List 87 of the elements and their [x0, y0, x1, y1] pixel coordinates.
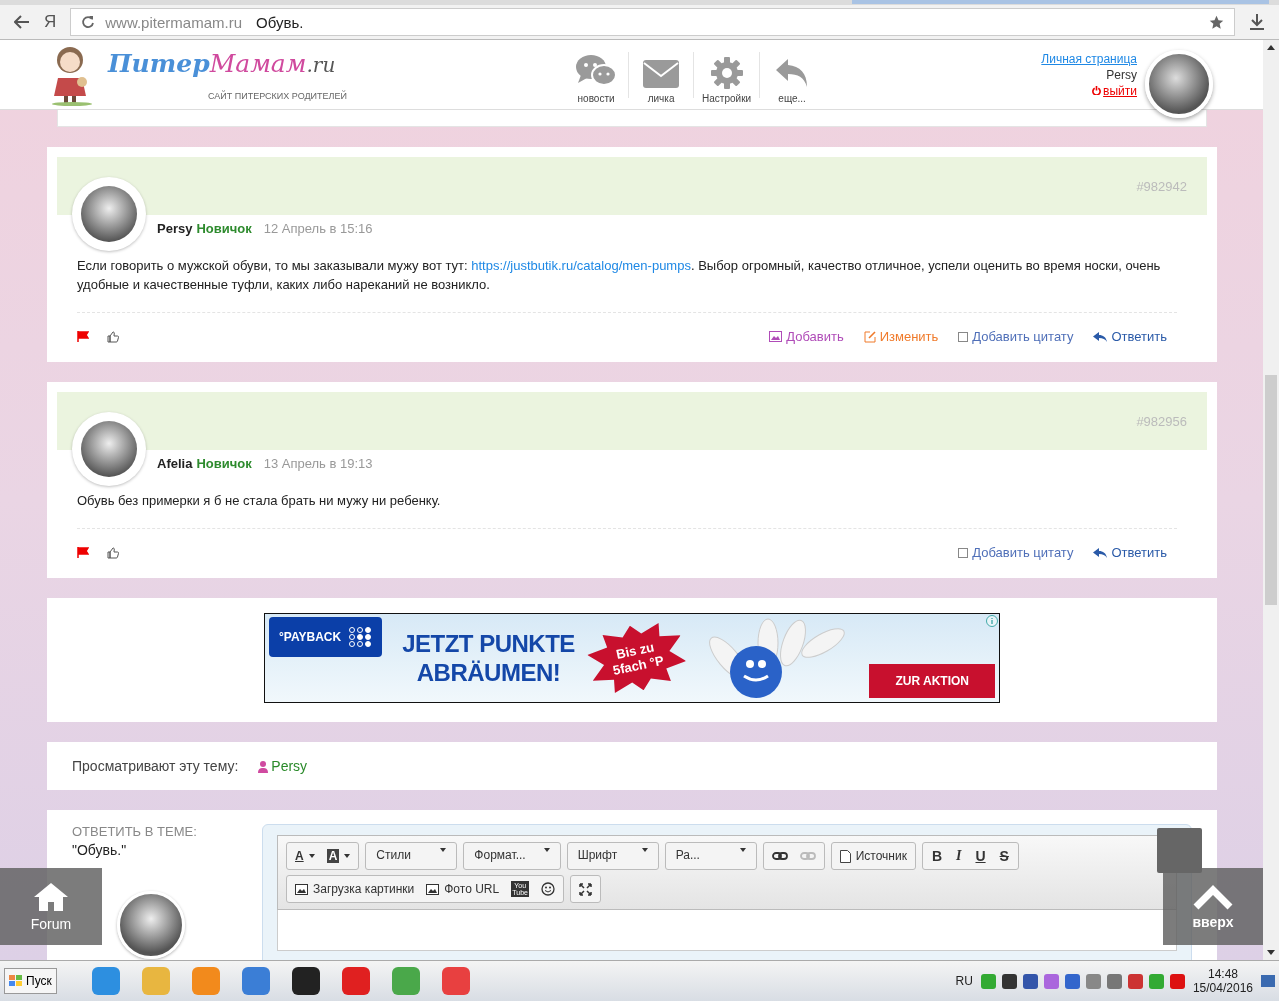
nav-link[interactable]: Настройки [694, 45, 760, 104]
flag-icon[interactable] [77, 547, 89, 558]
avatar-photo[interactable] [72, 177, 146, 251]
clock-date[interactable]: 15/04/2016 [1192, 981, 1253, 995]
caret-icon [739, 848, 746, 852]
scroll-up-arrow-icon[interactable] [1267, 45, 1275, 50]
forum-button[interactable]: Forum [0, 868, 102, 945]
power-icon [1092, 86, 1102, 95]
user-rank: Новичок [196, 221, 252, 236]
caret-icon [641, 848, 648, 852]
post-text: Обувь без примерки я б не стала брать ни мужу ни ребенку. [77, 491, 1177, 529]
post-action-link[interactable]: Добавить цитату [958, 329, 1074, 344]
clock-time[interactable]: 14:48 [1207, 967, 1238, 981]
reply-heading: ОТВЕТИТЬ В ТЕМЕ: [72, 824, 198, 839]
viewers-label: Просматривают эту тему: [72, 758, 239, 774]
avatar-photo[interactable] [72, 412, 146, 486]
scroll-up-button[interactable]: вверх [1163, 868, 1263, 945]
image-button[interactable]: Загрузка картинки [289, 878, 421, 900]
checkbox-icon [958, 547, 969, 558]
checkbox-icon [958, 331, 969, 342]
post-action-link[interactable]: Ответить [1093, 545, 1167, 560]
viewer-link[interactable]: Persy [258, 758, 308, 774]
star-icon[interactable] [1209, 14, 1224, 30]
text-color-button[interactable]: A [289, 845, 321, 867]
info-icon[interactable] [986, 615, 998, 627]
picture-icon [295, 883, 308, 895]
reload-icon[interactable] [81, 15, 96, 29]
message-input[interactable] [277, 910, 1177, 951]
windows-logo-icon [9, 975, 23, 987]
post-action-link[interactable]: Ответить [1093, 329, 1167, 344]
post-date: 12 Апрель в 15:16 [263, 221, 373, 236]
logout-link[interactable]: выйти [1092, 82, 1137, 99]
scroll-down-arrow-icon[interactable] [1267, 950, 1275, 955]
document-icon [839, 849, 851, 863]
flag-icon[interactable] [77, 331, 89, 342]
image-icon [769, 331, 783, 342]
picture-icon [426, 883, 440, 895]
settings-icon [710, 56, 743, 89]
format-button[interactable]: B [924, 845, 949, 867]
ad-cta-button[interactable]: ZUR AKTION [869, 664, 995, 698]
nav-link[interactable]: еще... [760, 45, 825, 104]
nav-link[interactable]: новости [564, 45, 629, 104]
reply-arrow-icon [1093, 547, 1108, 558]
post-action-link[interactable]: Добавить [769, 329, 844, 344]
username: Persy [1106, 66, 1137, 83]
tray-icon[interactable] [1022, 973, 1038, 989]
format-button[interactable]: I [949, 845, 969, 867]
back-arrow-icon[interactable] [14, 15, 30, 29]
yandex-button[interactable]: Я [44, 12, 57, 32]
format-button[interactable]: U [968, 845, 993, 867]
ad-headline: JETZT PUNKTE ABRÄUMEN! [402, 629, 575, 687]
download-icon[interactable] [1249, 13, 1265, 31]
caret-icon [543, 848, 550, 852]
home-icon [33, 881, 69, 912]
caret-icon [308, 854, 315, 858]
start-button[interactable]: Пуск [4, 968, 57, 994]
user-icon [258, 759, 269, 773]
format-button[interactable]: S [992, 845, 1016, 867]
topic-title: "Обувь." [72, 842, 128, 858]
post-date: 13 Апрель в 19:13 [263, 456, 373, 471]
tray-icon[interactable] [1001, 973, 1017, 989]
author-name[interactable]: Afelia [157, 456, 193, 471]
envelope-icon [642, 58, 681, 89]
personal-page-link[interactable]: Личная страница [1041, 50, 1137, 67]
caret-icon [440, 848, 447, 852]
post-link[interactable]: https://justbutik.ru/catalog/men-pumps [471, 258, 691, 273]
tray-icon[interactable] [1064, 973, 1080, 989]
nav-link[interactable]: личка [629, 45, 694, 104]
site-logo[interactable]: ПитерМамам.ru [108, 48, 347, 81]
payback-logo[interactable]: °PAYBACK [269, 617, 383, 657]
author-name[interactable]: Persy [157, 221, 193, 236]
site-subtitle: САЙТ ПИТЕРСКИХ РОДИТЕЛЕЙ [208, 91, 347, 101]
language-indicator[interactable]: RU [955, 974, 973, 988]
text-color-button[interactable]: A [320, 845, 357, 867]
image-button[interactable]: Фото URL [420, 878, 506, 900]
chevron-up-icon [1193, 883, 1233, 910]
scrollbar-thumb[interactable] [1265, 375, 1277, 605]
post-action-link[interactable]: Добавить цитату [958, 545, 1074, 560]
taskbar-app-icon[interactable] [291, 967, 320, 995]
address-bar[interactable]: www.pitermamam.ru Обувь. [70, 8, 1235, 36]
post-text: Если говорить о мужской обуви, то мы заказывали мужу вот тут: https://justbutik.ru/catalog/men-pumps. Выбор огромный, качество отличное, успели оценить во время носки, очень удобные и качественные туфли, каких либо нареканий не возникло. [77, 256, 1177, 313]
caret-icon [344, 854, 351, 858]
reply-arrow-icon [1093, 331, 1108, 342]
user-rank: Новичок [196, 456, 252, 471]
thumbs-up-icon[interactable] [107, 330, 119, 343]
thumbs-up-icon[interactable] [107, 546, 119, 559]
edit-icon [863, 330, 876, 343]
